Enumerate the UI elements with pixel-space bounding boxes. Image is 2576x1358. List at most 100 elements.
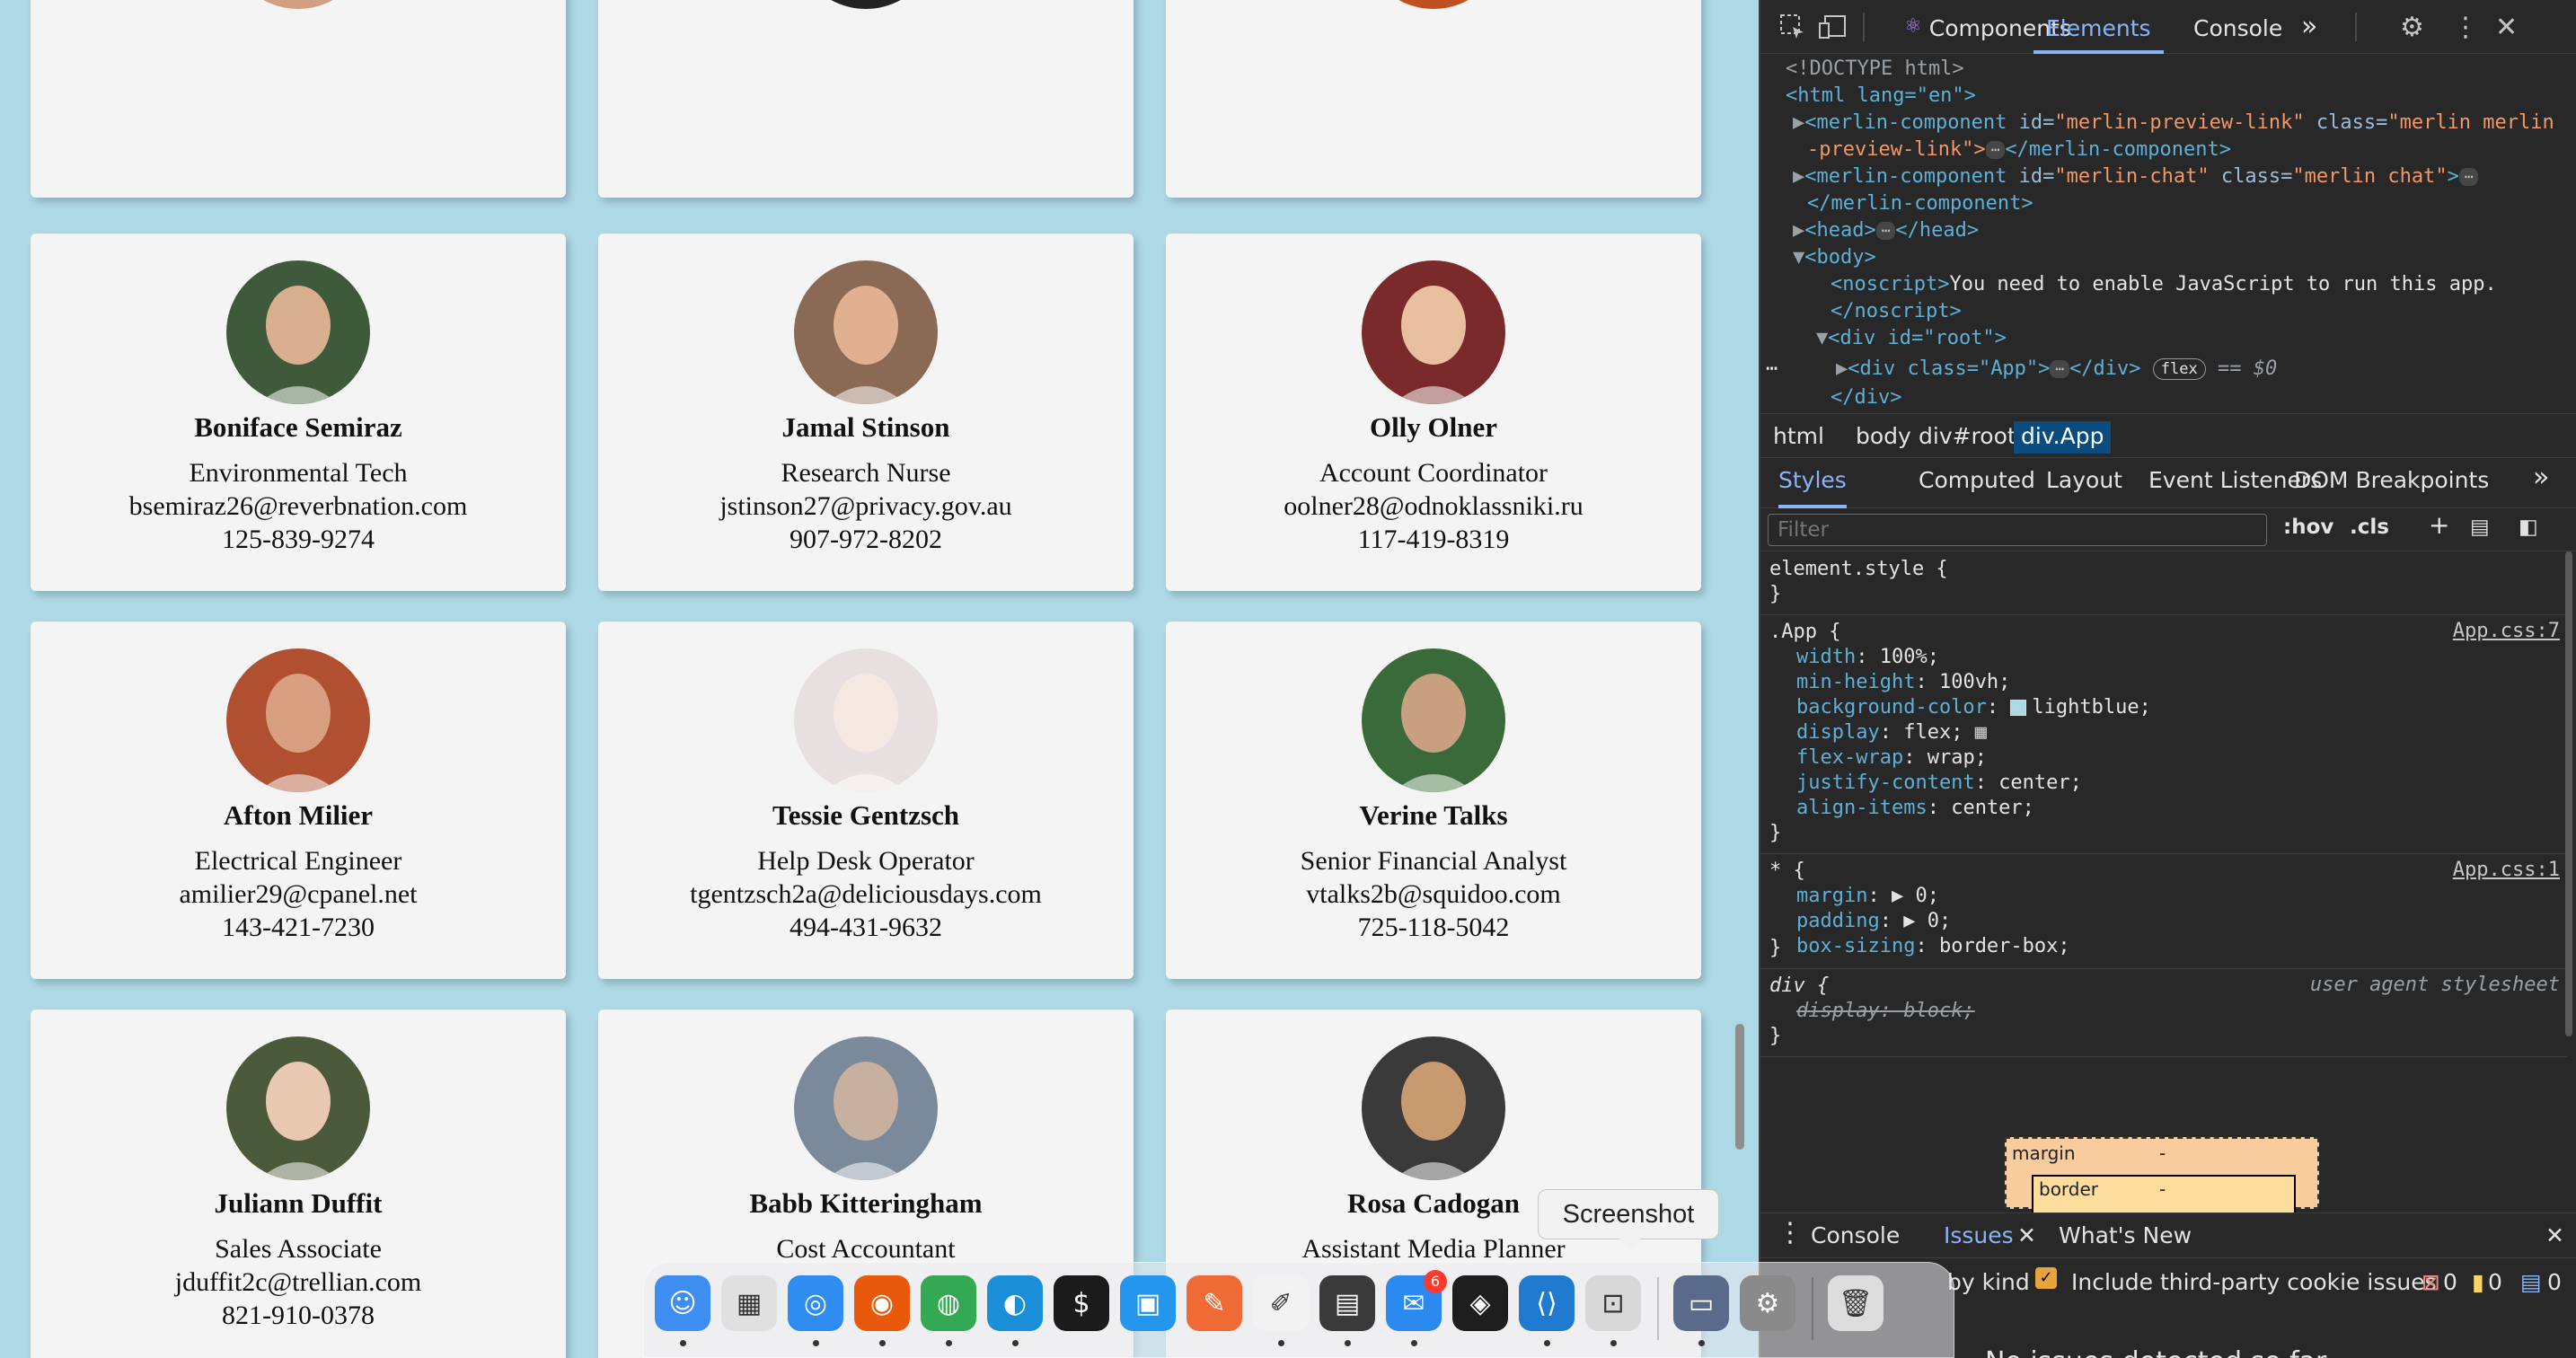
settings-icon[interactable]: ⚙ <box>1740 1275 1795 1331</box>
running-indicator <box>1278 1340 1284 1346</box>
person-title: Research Nurse <box>781 458 951 488</box>
subtab-layout[interactable]: Layout <box>2046 467 2122 508</box>
finder-icon[interactable]: ☺ <box>655 1275 710 1331</box>
add-rule-icon[interactable]: + <box>2429 510 2449 540</box>
sidebar-toggle-icon[interactable]: ◧ <box>2519 516 2538 539</box>
dom-html[interactable]: <html lang="en"> <box>1786 83 1976 110</box>
person-title: Electrical Engineer <box>194 846 402 876</box>
calculator-icon[interactable]: ▤ <box>1319 1275 1375 1331</box>
tab-elements[interactable]: Elements <box>2033 11 2164 54</box>
paint-brush-icon[interactable]: ▤ <box>2470 516 2490 539</box>
pen-app-icon[interactable]: ✎ <box>1187 1275 1242 1331</box>
person-title: Cost Accountant <box>776 1234 956 1264</box>
element-style-selector[interactable]: element.style { <box>1769 557 1948 582</box>
drawer-tab-issues[interactable]: Issues <box>1944 1222 2014 1248</box>
terminal-icon[interactable]: $ <box>1054 1275 1109 1331</box>
crumb-div-app[interactable]: div.App <box>2014 421 2112 454</box>
edge-icon[interactable]: ◐ <box>987 1275 1043 1331</box>
color-swatch[interactable] <box>2010 700 2027 716</box>
css-property[interactable]: display: flex; ▦ <box>1796 720 1987 745</box>
styles-filter-input[interactable] <box>1768 514 2267 546</box>
subtab-styles[interactable]: Styles <box>1778 467 1847 508</box>
crumb-html[interactable]: html <box>1766 421 1831 454</box>
settings-gear-icon[interactable]: ⚙ <box>2400 11 2424 43</box>
styles-subtabs: Styles Computed Layout Event Listeners D… <box>1760 458 2576 508</box>
div-display-prop: display: block; <box>1796 1000 1975 1022</box>
more-subtabs-button[interactable]: » <box>2533 462 2549 503</box>
css-property[interactable]: background-color: lightblue; <box>1796 695 2151 720</box>
third-party-cookie-checkbox[interactable]: ✓ <box>2035 1267 2057 1289</box>
css-property[interactable]: justify-content: center; <box>1796 771 2082 796</box>
flexbox-editor-icon[interactable]: ▦ <box>1975 721 1987 744</box>
preview-icon[interactable]: ▭ <box>1673 1275 1729 1331</box>
drawer-tab-whats-new[interactable]: What's New <box>2059 1222 2192 1248</box>
person-card: Afton Milier Electrical Engineer amilier… <box>31 622 566 979</box>
class-toggle[interactable]: .cls <box>2350 516 2389 539</box>
styles-scrollbar[interactable] <box>2565 551 2572 1036</box>
css-property[interactable]: box-sizing: border-box; <box>1796 934 2070 959</box>
trash-icon[interactable]: 🗑 <box>1828 1275 1883 1331</box>
css-property[interactable]: flex-wrap: wrap; <box>1796 745 1987 771</box>
app-page: Gerty Rentilll Assistant Manager grentil… <box>0 0 1759 1358</box>
app-rule-selector[interactable]: .App { <box>1769 620 1840 645</box>
crumb-div-root[interactable]: div#root <box>1911 421 2024 454</box>
person-email: oolner28@odnoklassniki.ru <box>1284 491 1584 521</box>
launchpad-icon[interactable]: ▦ <box>721 1275 777 1331</box>
person-card: Boniface Semiraz Environmental Tech bsem… <box>31 234 566 591</box>
dom-app[interactable]: ▶<div class="App"> ⋯ </div> flex == $0 <box>1836 356 2277 383</box>
avatar <box>1362 1036 1505 1180</box>
person-name: Afton Milier <box>223 799 374 831</box>
vscode-icon[interactable]: ⟨⟩ <box>1519 1275 1575 1331</box>
css-property[interactable]: min-height: 100vh; <box>1796 670 2010 695</box>
avatar <box>1362 260 1505 404</box>
person-phone: 143-421-7230 <box>222 913 375 942</box>
person-name: Boniface Semiraz <box>194 411 402 443</box>
subtab-computed[interactable]: Computed <box>1919 467 2035 508</box>
avatar <box>1362 648 1505 792</box>
dom-root[interactable]: ▼<div id="root"> <box>1816 325 2007 352</box>
figma-icon[interactable]: ◈ <box>1452 1275 1508 1331</box>
person-name: Jamal Stinson <box>781 411 950 443</box>
hover-state-toggle[interactable]: :hov <box>2283 516 2333 539</box>
firefox-icon[interactable]: ◉ <box>854 1275 910 1331</box>
more-options-icon[interactable]: ⋮ <box>2452 11 2479 43</box>
person-title: Environmental Tech <box>189 458 408 488</box>
css-property[interactable]: align-items: center; <box>1796 796 2034 821</box>
close-drawer-icon[interactable]: ✕ <box>2545 1222 2564 1248</box>
tab-console[interactable]: Console <box>2193 11 2282 54</box>
person-card: Rivy Guymer Associate Professor rguymer2… <box>598 0 1134 198</box>
inspect-element-icon[interactable] <box>1778 11 1807 43</box>
screenshot-icon[interactable]: ⊡ <box>1585 1275 1641 1331</box>
person-card: Tessie Gentzsch Help Desk Operator tgent… <box>598 622 1134 979</box>
app-css-source-link[interactable]: App.css:7 <box>2453 620 2560 642</box>
docker-icon[interactable]: ▣ <box>1120 1275 1176 1331</box>
css-property[interactable]: margin: ▶ 0; <box>1796 884 1939 909</box>
crumb-body[interactable]: body <box>1848 421 1919 454</box>
drawer-menu-icon[interactable]: ⋮ <box>1777 1217 1804 1248</box>
person-email: jduffit2c@trellian.com <box>174 1267 422 1297</box>
subtab-dom-breakpoints[interactable]: DOM Breakpoints <box>2294 467 2489 508</box>
dom-merlin-chat[interactable]: ▶<merlin-component id="merlin-chat" clas… <box>1793 163 2479 190</box>
dom-doctype: <!DOCTYPE html> <box>1786 57 1964 80</box>
star-rule-selector[interactable]: * { <box>1769 859 1805 884</box>
star-css-source-link[interactable]: App.css:1 <box>2453 859 2560 881</box>
safari-icon[interactable]: ◎ <box>788 1275 843 1331</box>
close-issues-tab-icon[interactable]: ✕ <box>2017 1222 2036 1248</box>
dom-merlin-preview-link[interactable]: ▶<merlin-component id="merlin-preview-li… <box>1793 110 2554 137</box>
dom-head[interactable]: ▶<head> ⋯ </head> <box>1793 217 1979 244</box>
group-by-kind-label[interactable]: by kind <box>1947 1269 2030 1295</box>
textedit-icon[interactable]: ✐ <box>1253 1275 1309 1331</box>
css-property[interactable]: padding: ▶ 0; <box>1796 909 1951 934</box>
device-toolbar-icon[interactable] <box>1818 11 1848 43</box>
person-title: Account Coordinator <box>1319 458 1548 488</box>
drawer-tab-console[interactable]: Console <box>1811 1222 1900 1248</box>
chrome-icon[interactable]: ◍ <box>921 1275 976 1331</box>
dom-noscript[interactable]: <noscript>You need to enable JavaScript … <box>1831 271 2497 298</box>
page-scrollbar[interactable] <box>1735 1024 1744 1150</box>
dom-body[interactable]: ▼<body> <box>1793 244 1876 271</box>
more-tabs-button[interactable]: » <box>2301 11 2317 54</box>
avatar <box>794 1036 938 1180</box>
close-devtools-icon[interactable]: ✕ <box>2495 11 2518 43</box>
css-property[interactable]: width: 100%; <box>1796 645 1939 670</box>
mail-icon[interactable]: ✉ 6 <box>1386 1270 1447 1331</box>
